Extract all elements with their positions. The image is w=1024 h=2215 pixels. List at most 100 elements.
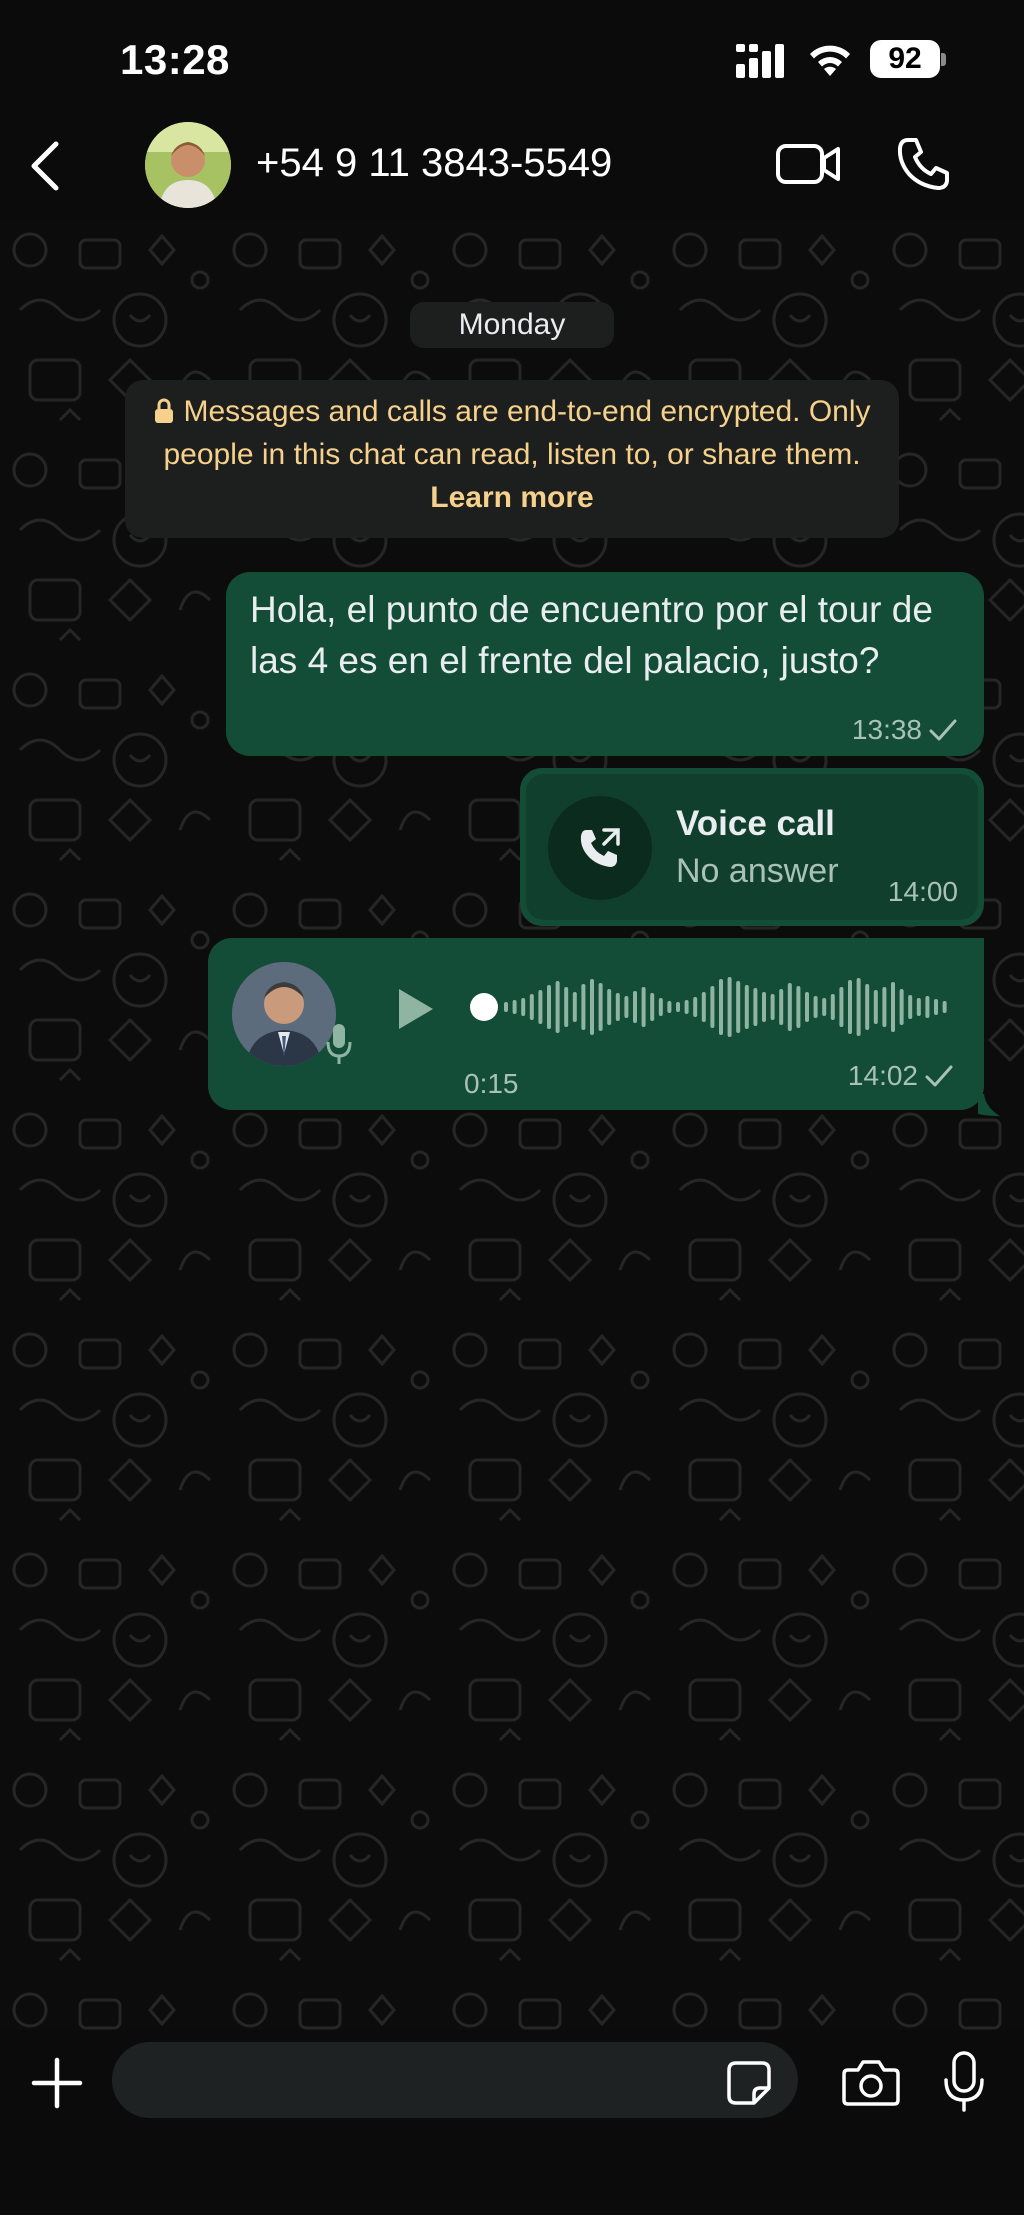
waveform-bar <box>813 996 818 1018</box>
call-status: No answer <box>676 852 839 890</box>
battery-icon: 92 <box>870 40 946 78</box>
back-icon[interactable] <box>26 140 66 192</box>
waveform-bar <box>796 986 801 1028</box>
message-meta: 14:02 <box>848 1060 954 1092</box>
composer-bar <box>0 2030 1024 2215</box>
waveform-bar <box>787 983 792 1031</box>
waveform-bar <box>942 1001 947 1013</box>
sender-avatar <box>232 962 336 1066</box>
message-bubble[interactable]: Hola, el punto de encuentro por el tour … <box>226 572 984 756</box>
waveform-bar <box>805 992 809 1022</box>
waveform-bar <box>504 1002 508 1012</box>
waveform-bar <box>650 993 655 1021</box>
waveform-bar <box>564 987 569 1027</box>
waveform-bar <box>882 987 887 1027</box>
play-icon[interactable] <box>396 986 436 1032</box>
contact-avatar[interactable] <box>145 122 231 208</box>
waveform-bar <box>555 981 560 1033</box>
video-call-icon[interactable] <box>776 140 842 188</box>
waveform-bar <box>538 990 543 1024</box>
waveform-bar <box>848 980 852 1034</box>
message-time: 13:38 <box>851 714 922 745</box>
chat-header: +54 9 11 3843-5549 <box>0 110 1024 220</box>
waveform-bar <box>684 1000 689 1014</box>
bubble-tail <box>978 1094 1000 1116</box>
waveform-bar <box>624 996 629 1018</box>
waveform-bar <box>667 1001 672 1013</box>
encryption-notice-text: Messages and calls are end-to-end encryp… <box>163 395 871 471</box>
message-meta: 14:00 <box>888 876 958 908</box>
waveform-bar <box>770 994 775 1020</box>
voice-waveform[interactable] <box>470 974 950 1040</box>
voice-duration: 0:15 <box>464 1068 519 1099</box>
message-list[interactable]: Monday Messages and calls are end-to-end… <box>0 220 1024 2030</box>
waveform-bar <box>908 995 913 1019</box>
date-separator: Monday <box>410 302 614 348</box>
chat-screen: 13:28 92 +54 9 11 3843-5549 Monday Messa… <box>0 0 1024 2215</box>
waveform-bar <box>701 992 706 1022</box>
sent-check-icon <box>925 1065 953 1087</box>
microphone-badge-icon <box>326 1024 352 1064</box>
waveform-bar <box>529 994 534 1020</box>
waveform-bar <box>925 996 930 1018</box>
encryption-notice[interactable]: Messages and calls are end-to-end encryp… <box>125 380 899 538</box>
waveform-bar <box>521 998 526 1016</box>
waveform-bar <box>719 979 723 1035</box>
waveform-bar <box>615 993 620 1021</box>
waveform-bar <box>899 989 904 1025</box>
microphone-icon[interactable] <box>942 2050 986 2114</box>
waveform-bar <box>822 998 827 1016</box>
waveform-bar <box>916 998 921 1016</box>
waveform-bar <box>547 985 551 1029</box>
wifi-icon <box>810 45 850 76</box>
playback-knob[interactable] <box>470 993 498 1021</box>
waveform-bar <box>658 998 663 1016</box>
waveform-bar <box>676 1002 680 1012</box>
waveform-bar <box>856 978 861 1036</box>
waveform-bar <box>633 991 637 1023</box>
waveform-bar <box>865 984 870 1030</box>
waveform-bar <box>641 987 646 1027</box>
status-bar: 13:28 92 <box>0 0 1024 110</box>
outgoing-call-icon <box>580 828 620 867</box>
waveform-bar <box>744 985 749 1029</box>
lock-icon <box>155 398 174 423</box>
message-text: Hola, el punto de encuentro por el tour … <box>250 589 933 681</box>
contact-name[interactable]: +54 9 11 3843-5549 <box>256 141 612 186</box>
message-time: 14:02 <box>847 1060 918 1091</box>
message-input[interactable] <box>112 2042 798 2118</box>
signal-icon <box>736 44 784 78</box>
waveform-bar <box>727 977 732 1037</box>
plus-icon[interactable] <box>30 2056 84 2110</box>
learn-more-link[interactable]: Learn more <box>430 481 593 514</box>
waveform-bar <box>891 982 895 1032</box>
sent-check-icon <box>929 719 957 741</box>
waveform-bar <box>693 997 698 1017</box>
status-time: 13:28 <box>120 36 230 83</box>
waveform-bar <box>762 992 766 1022</box>
waveform-bar <box>934 999 938 1015</box>
waveform-bar <box>607 989 612 1025</box>
phone-call-icon[interactable] <box>896 136 950 192</box>
waveform-bar <box>512 1000 517 1014</box>
call-title: Voice call <box>676 804 835 843</box>
call-log-bubble[interactable]: Voice call No answer 14:00 <box>520 768 984 926</box>
camera-icon[interactable] <box>842 2058 900 2106</box>
home-indicator <box>356 2188 668 2198</box>
voice-message-bubble[interactable]: 0:15 14:02 <box>208 938 984 1110</box>
waveform-bar <box>590 979 594 1035</box>
waveform-bar <box>873 990 878 1024</box>
waveform-bar <box>753 988 758 1026</box>
sticker-icon[interactable] <box>726 2060 772 2106</box>
battery-level: 92 <box>870 40 940 78</box>
waveform-bar <box>736 981 741 1033</box>
call-icon-circle <box>548 796 652 900</box>
message-time: 14:00 <box>887 876 958 907</box>
waveform-bar <box>572 992 577 1022</box>
waveform-bar <box>779 989 784 1025</box>
waveform-bar <box>598 983 603 1031</box>
waveform-bar <box>581 984 586 1030</box>
waveform-bar <box>839 987 844 1027</box>
message-meta: 13:38 <box>852 714 958 746</box>
waveform-bar <box>710 986 715 1028</box>
